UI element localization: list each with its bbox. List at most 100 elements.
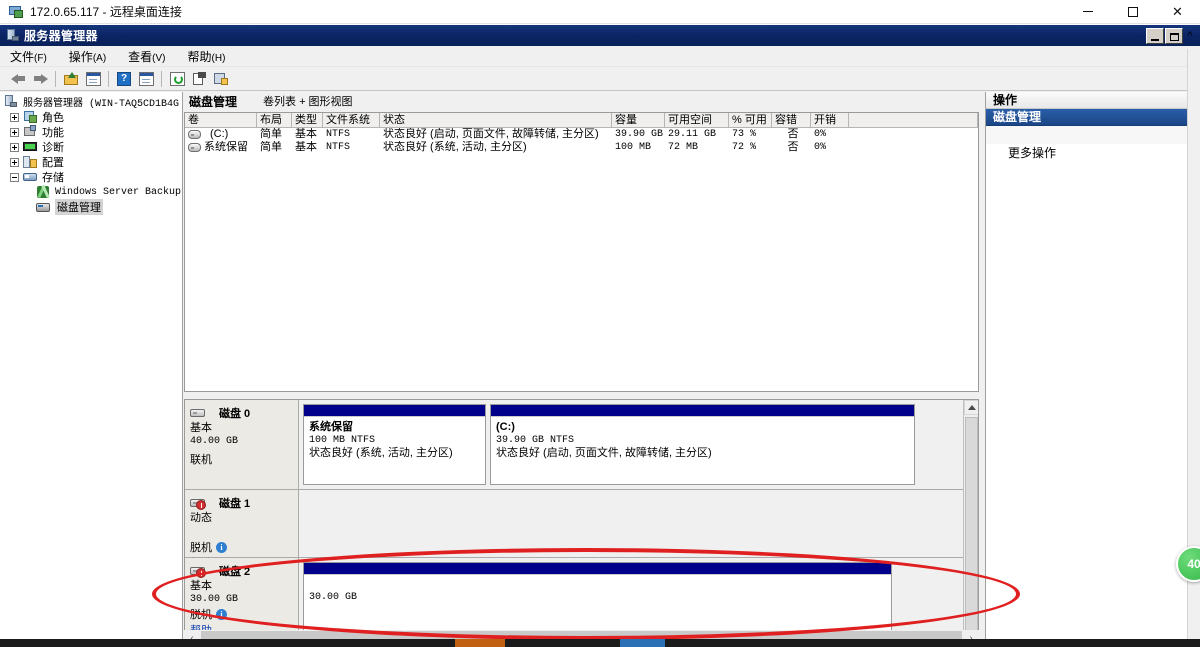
disk-name: 磁盘 1 [219,498,251,510]
expander-minus-icon[interactable] [10,172,19,182]
partition-capacity-bar [304,563,891,574]
info-icon[interactable]: i [216,608,227,620]
cell-percent-free: 73 % [732,129,757,140]
rdp-title-bar: 172.0.65.117 - 远程桌面连接 ✕ [0,0,1200,24]
taskbar-item-orange[interactable] [455,639,505,647]
disk-size: 30.00 GB [190,594,239,605]
column-header-overhead[interactable]: 开销 [811,113,849,127]
menu-view[interactable]: 查看(V) [126,46,175,67]
partition-capacity-bar [491,405,914,416]
partition-status: 状态良好 (系统, 活动, 主分区) [309,447,453,459]
info-icon[interactable]: i [216,541,227,553]
back-arrow-icon[interactable] [7,69,29,89]
column-header-filesystem[interactable]: 文件系统 [323,113,380,127]
volume-icon [188,143,201,152]
rdp-maximize-button[interactable] [1110,0,1155,24]
graphical-view-vertical-scrollbar[interactable] [963,400,978,647]
sidebar-item-storage-label: 存储 [42,172,64,184]
expander-plus-icon[interactable] [10,112,19,122]
help-icon[interactable]: ? [113,69,135,89]
show-hide-tree-icon[interactable] [82,69,104,89]
center-pane: 磁盘管理 卷列表 + 图形视图 卷 布局 类型 文件系统 状态 容量 可用空间 … [183,92,985,647]
chevron-up-icon[interactable]: ^ [1183,25,1197,46]
disk-row[interactable]: 磁盘 0 基本 40.00 GB 联机 系统保留 100 MB NTFS 状态良… [185,400,963,490]
sidebar-item-configuration[interactable]: 配置 [0,155,182,169]
volume-list[interactable]: 卷 布局 类型 文件系统 状态 容量 可用空间 % 可用 容错 开销 (C:) … [184,112,979,392]
menu-file[interactable]: 文件(F) [8,46,57,67]
menu-action[interactable]: 操作(A) [67,46,116,67]
mdi-minimize-button[interactable] [1146,27,1164,44]
server-manager-icon [6,29,19,42]
scroll-up-button[interactable] [964,400,978,415]
column-header-status[interactable]: 状态 [380,113,612,127]
column-header-free-space[interactable]: 可用空间 [665,113,729,127]
rdp-minimize-button[interactable] [1065,0,1110,24]
sidebar-item-features[interactable]: 功能 [0,125,182,139]
cell-overhead: 0% [814,142,827,153]
cell-status: 状态良好 (启动, 页面文件, 故障转储, 主分区) [383,128,599,140]
sidebar-item-diagnostics-label: 诊断 [42,142,64,154]
scrollbar-thumb[interactable] [965,417,978,635]
mdi-restore-button[interactable] [1165,27,1183,44]
disk-offline-icon [190,565,206,578]
sidebar-item-storage[interactable]: 存储 [0,170,182,184]
disk-info-panel[interactable]: 磁盘 1 动态 脱机 i 帮助 [185,490,299,570]
rdp-close-button[interactable]: ✕ [1155,0,1200,24]
disk-row[interactable]: 磁盘 2 基本 30.00 GB 脱机 i 帮助 [185,558,963,637]
server-manager-title: 服务器管理器 [24,29,98,43]
cell-percent-free: 72 % [732,142,757,153]
sidebar-item-windows-server-backup[interactable]: Windows Server Backup [0,184,182,199]
tree-item-root[interactable]: 服务器管理器 (WIN-TAQ5CD1B4G [0,95,182,110]
disk-name: 磁盘 0 [219,408,251,420]
partition-block[interactable]: 30.00 GB [303,562,892,631]
page-title: 磁盘管理 [189,94,238,109]
server-icon [4,95,19,109]
menu-help[interactable]: 帮助(H) [186,46,236,67]
cell-layout: 简单 [260,141,282,153]
disk-partitions: 30.00 GB [299,558,963,635]
column-header-type[interactable]: 类型 [292,113,323,127]
cell-type: 基本 [295,141,317,153]
partition-block[interactable]: 系统保留 100 MB NTFS 状态良好 (系统, 活动, 主分区) [303,404,486,485]
actions-selected-header[interactable]: 磁盘管理 [986,109,1200,126]
show-hide-actions-icon[interactable] [135,69,157,89]
table-row[interactable]: (C:) 简单 基本 NTFS 状态良好 (启动, 页面文件, 故障转储, 主分… [185,128,978,141]
taskbar-item-blue[interactable] [620,639,665,647]
sidebar-item-diagnostics[interactable]: 诊断 [0,140,182,154]
taskbar [0,639,1200,647]
disk-name: 磁盘 2 [219,566,251,578]
action-more-actions[interactable]: 更多操作 [986,144,1200,162]
disk-info-panel[interactable]: 磁盘 2 基本 30.00 GB 脱机 i 帮助 [185,558,299,637]
menu-view-accel: (V) [152,52,166,64]
menu-file-label: 文件 [10,49,35,64]
refresh-icon[interactable] [166,69,188,89]
column-header-fault-tolerance[interactable]: 容错 [772,113,811,127]
column-header-percent-free[interactable]: % 可用 [729,113,772,127]
toolbar: ? [0,67,1200,91]
actions-pane: 操作 磁盘管理 更多操作 [985,92,1200,647]
expander-plus-icon[interactable] [10,127,19,137]
table-row[interactable]: 系统保留 简单 基本 NTFS 状态良好 (系统, 活动, 主分区) 100 M… [185,141,978,154]
expander-plus-icon[interactable] [10,157,19,167]
disk-partitions: 系统保留 100 MB NTFS 状态良好 (系统, 活动, 主分区) (C:) [299,400,963,489]
sidebar-item-roles[interactable]: 角色 [0,110,182,124]
partition-size-fs: 30.00 GB [309,592,358,603]
column-header-capacity[interactable]: 容量 [612,113,665,127]
disk-offline-icon [190,497,206,510]
expander-plus-icon[interactable] [10,142,19,152]
disk-management-icon [36,200,51,214]
column-header-layout[interactable]: 布局 [257,113,292,127]
menu-action-accel: (A) [92,52,107,64]
toolbar-separator [55,70,56,87]
sidebar-item-disk-management-label: 磁盘管理 [55,199,103,215]
sidebar-item-disk-management[interactable]: 磁盘管理 [0,199,182,215]
partition-block[interactable]: (C:) 39.90 GB NTFS 状态良好 (启动, 页面文件, 故障转储,… [490,404,915,485]
disk-info-panel[interactable]: 磁盘 0 基本 40.00 GB 联机 [185,400,299,489]
disk-row[interactable]: 磁盘 1 动态 脱机 i 帮助 [185,490,963,570]
disk-status: 联机 [190,454,212,466]
properties-icon[interactable] [188,69,210,89]
rescan-disks-icon[interactable] [210,69,232,89]
column-header-volume[interactable]: 卷 [185,113,257,127]
up-folder-icon[interactable] [60,69,82,89]
forward-arrow-icon[interactable] [29,69,51,89]
